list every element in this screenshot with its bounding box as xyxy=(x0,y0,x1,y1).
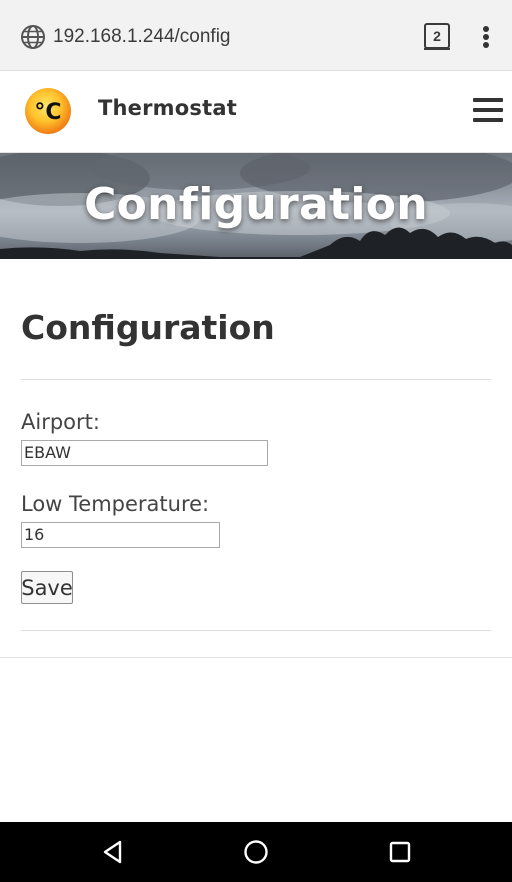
divider xyxy=(21,379,491,380)
globe-icon xyxy=(21,25,45,49)
hero-banner: Configuration xyxy=(0,153,512,259)
back-icon[interactable] xyxy=(100,839,126,865)
hamburger-menu-icon[interactable] xyxy=(473,98,503,122)
banner-title: Configuration xyxy=(84,179,428,230)
footer-divider xyxy=(0,657,512,658)
tab-switcher-button[interactable]: 2 xyxy=(424,23,450,49)
browser-address-bar: 192.168.1.244/config 2 xyxy=(0,0,512,71)
recent-apps-icon[interactable] xyxy=(388,840,412,864)
divider xyxy=(21,630,491,631)
home-icon[interactable] xyxy=(243,839,269,865)
airport-input[interactable]: EBAW xyxy=(21,440,268,466)
url-field[interactable]: 192.168.1.244/config xyxy=(53,26,231,48)
site-title[interactable]: Thermostat xyxy=(98,96,237,120)
airport-label: Airport: xyxy=(21,410,100,434)
browser-menu-icon[interactable] xyxy=(476,24,496,50)
low-temperature-input[interactable]: 16 xyxy=(21,522,220,548)
logo-text: °C xyxy=(34,100,61,125)
page-title: Configuration xyxy=(21,308,275,347)
thermostat-logo-icon[interactable]: °C xyxy=(24,87,72,135)
low-temperature-label: Low Temperature: xyxy=(21,492,210,516)
tab-switcher-underline xyxy=(424,48,450,50)
save-button[interactable]: Save xyxy=(21,571,73,604)
site-header: °C Thermostat xyxy=(0,71,512,153)
system-navigation-bar xyxy=(0,822,512,882)
